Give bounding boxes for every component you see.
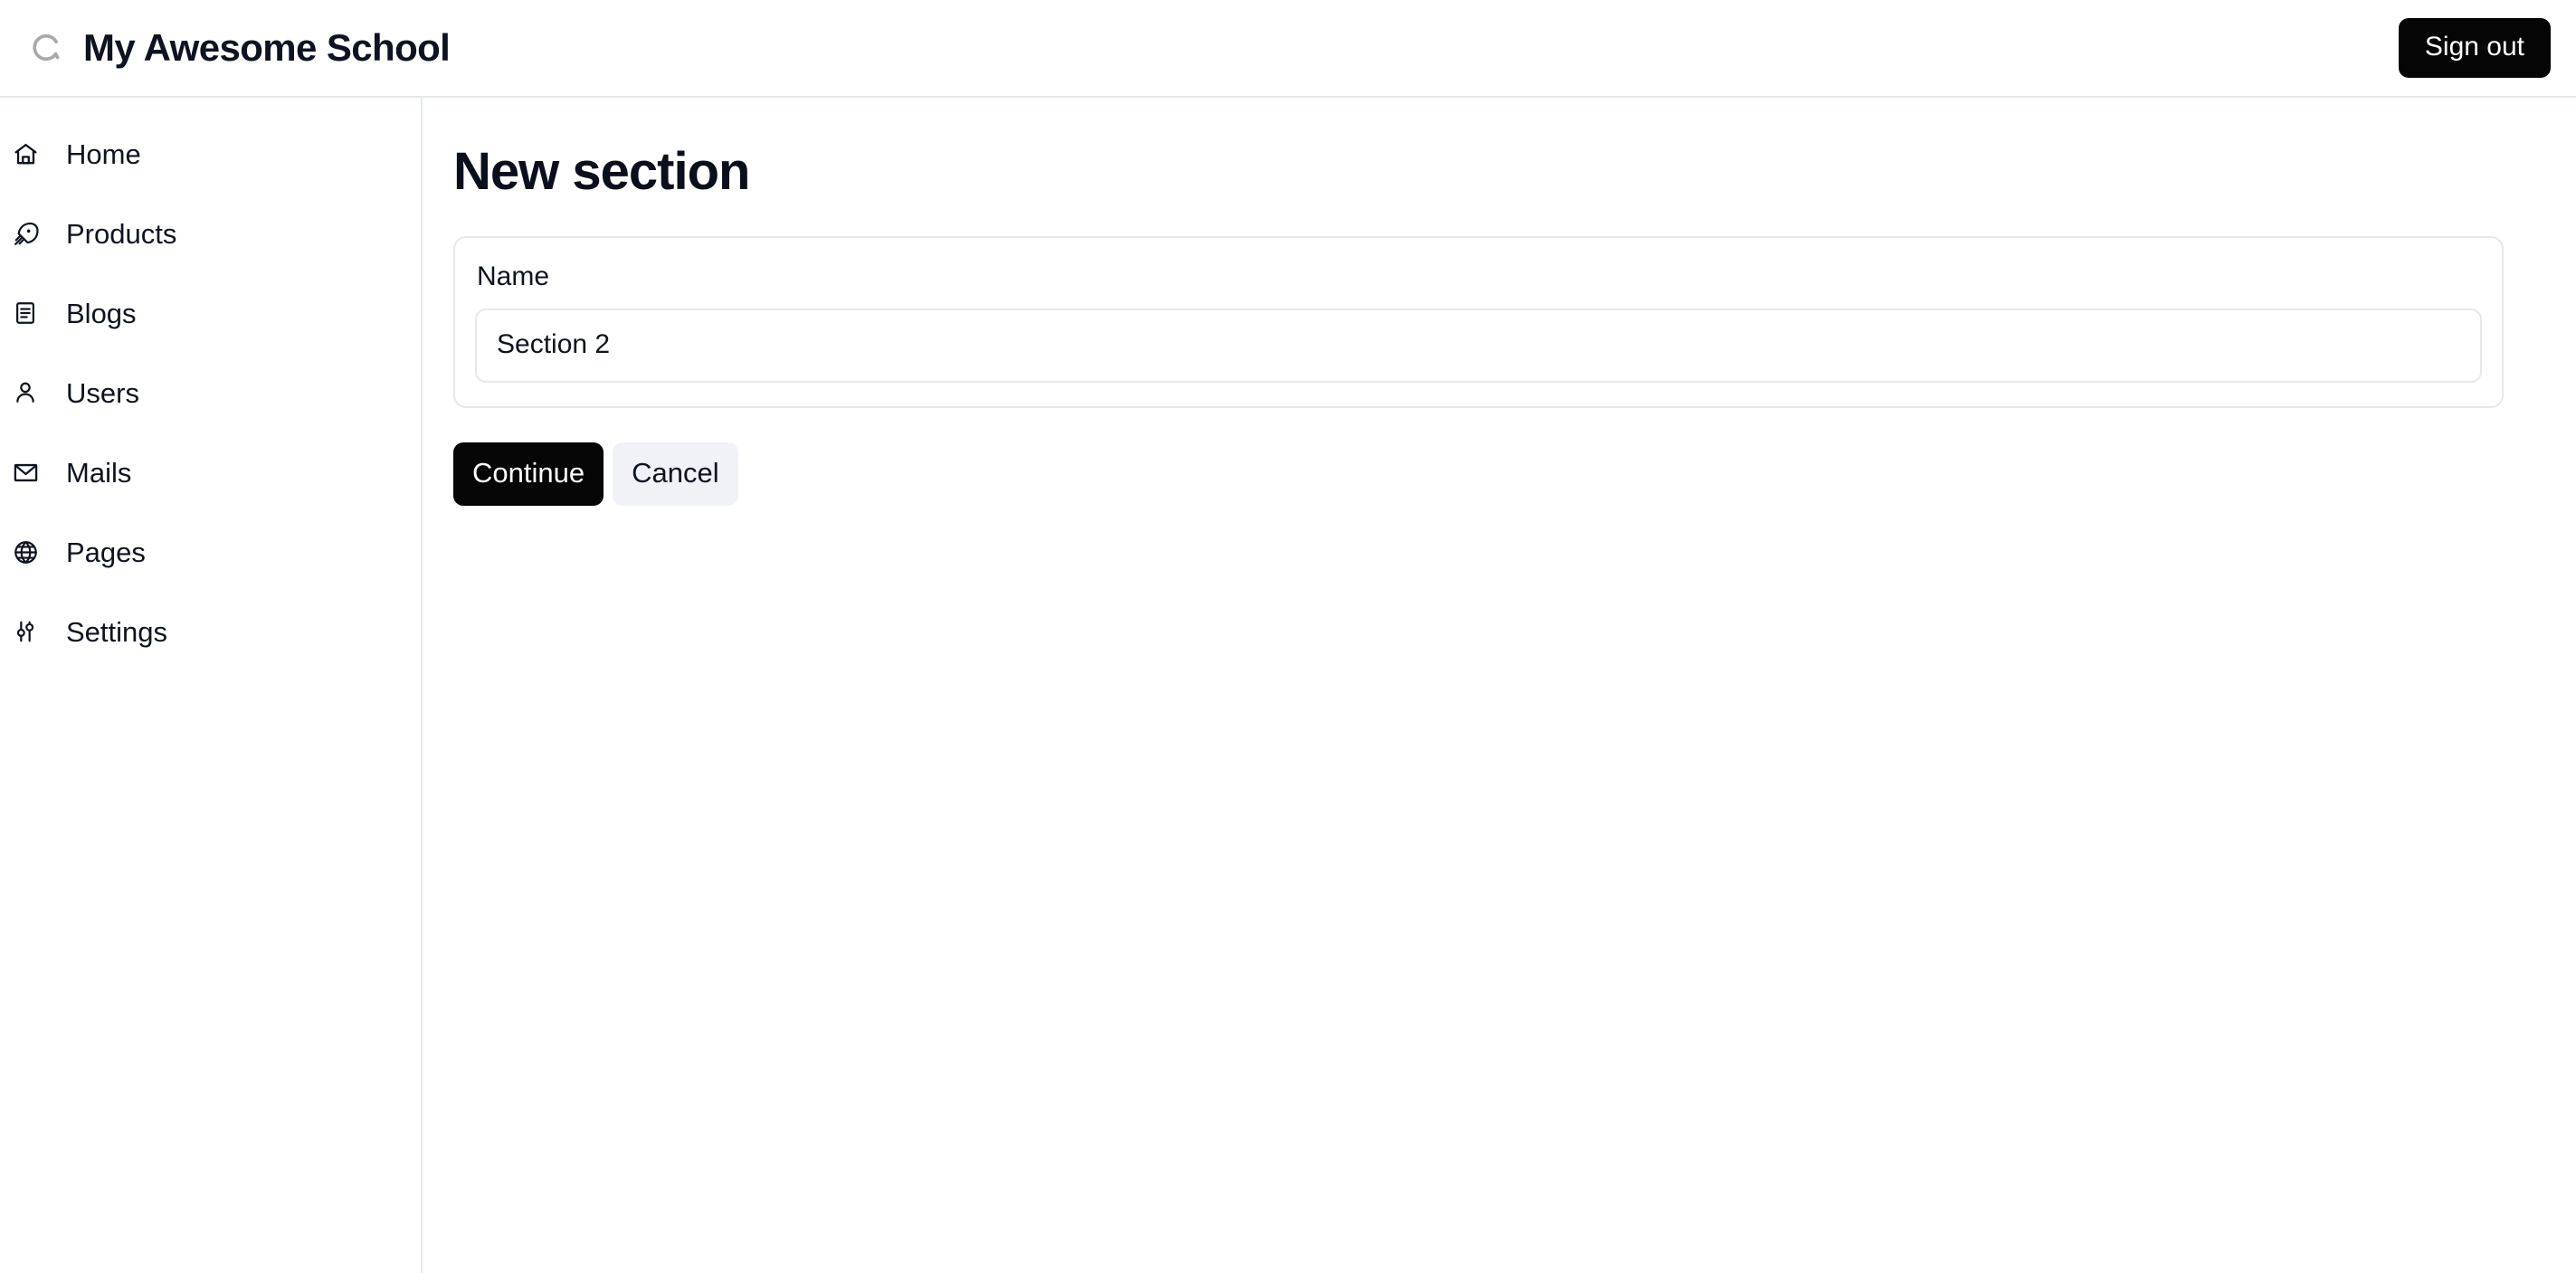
form-actions: Continue Cancel xyxy=(453,442,2504,506)
name-input[interactable] xyxy=(475,308,2482,383)
sidebar-item-label: Users xyxy=(66,376,139,409)
sidebar-item-pages[interactable]: Pages xyxy=(0,512,421,592)
cancel-button[interactable]: Cancel xyxy=(613,442,738,506)
rocket-icon xyxy=(7,215,43,252)
page-title: New section xyxy=(453,142,750,201)
user-icon xyxy=(7,375,43,411)
brand[interactable]: My Awesome School xyxy=(27,26,451,69)
file-text-icon xyxy=(7,295,43,331)
name-field-label: Name xyxy=(477,261,550,291)
sidebar-item-label: Mails xyxy=(66,456,132,489)
sidebar-item-home[interactable]: Home xyxy=(0,114,421,194)
main-content: New section Name Continue Cancel xyxy=(423,98,2576,1273)
sidebar-item-products[interactable]: Products xyxy=(0,194,421,273)
sidebar-item-label: Settings xyxy=(66,615,168,648)
home-icon xyxy=(7,136,43,172)
app-root: My Awesome School Sign out Home Products… xyxy=(0,0,2576,1273)
sidebar-item-users[interactable]: Users xyxy=(0,353,421,432)
section-form-card: Name xyxy=(453,235,2504,408)
app-header: My Awesome School Sign out xyxy=(0,0,2576,98)
sidebar-item-label: Blogs xyxy=(66,297,137,329)
sidebar-item-label: Products xyxy=(66,217,177,250)
sidebar-item-label: Home xyxy=(66,138,141,170)
sign-out-button[interactable]: Sign out xyxy=(2398,18,2551,78)
app-title: My Awesome School xyxy=(83,26,451,69)
sliders-icon xyxy=(7,613,43,650)
body-row: Home Products Blogs Users Mails Pages Se… xyxy=(0,98,2576,1273)
continue-button[interactable]: Continue xyxy=(453,442,604,506)
partial-circle-c-logo-icon xyxy=(27,30,63,66)
sidebar-item-settings[interactable]: Settings xyxy=(0,592,421,671)
sidebar-nav: Home Products Blogs Users Mails Pages Se… xyxy=(0,98,423,1273)
sidebar-item-label: Pages xyxy=(66,536,146,568)
sidebar-item-mails[interactable]: Mails xyxy=(0,432,421,512)
envelope-icon xyxy=(7,454,43,490)
sidebar-item-blogs[interactable]: Blogs xyxy=(0,273,421,353)
globe-icon xyxy=(7,534,43,570)
